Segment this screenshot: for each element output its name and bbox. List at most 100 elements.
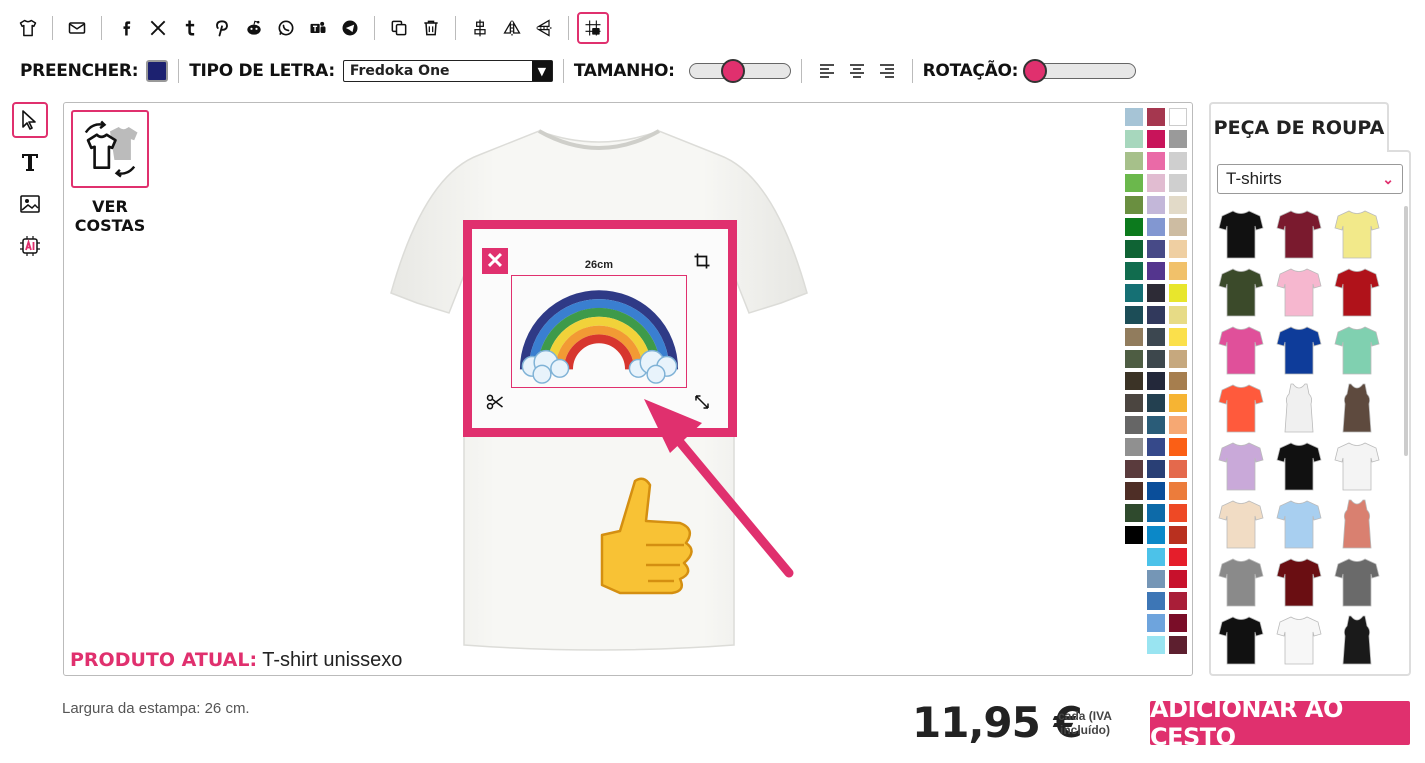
color-swatch[interactable] <box>1169 262 1187 280</box>
garment-raglan-white-black[interactable] <box>1333 440 1381 492</box>
rotation-slider[interactable] <box>1023 59 1137 83</box>
flip-vertical-icon[interactable] <box>528 12 560 44</box>
panel-scrollbar[interactable] <box>1404 206 1408 456</box>
email-icon[interactable] <box>61 12 93 44</box>
pinterest-icon[interactable] <box>206 12 238 44</box>
color-swatch[interactable] <box>1147 108 1165 126</box>
color-swatch[interactable] <box>1125 284 1143 302</box>
garment-tshirt-yellow[interactable] <box>1333 208 1381 260</box>
whatsapp-icon[interactable] <box>270 12 302 44</box>
color-swatch[interactable] <box>1125 108 1143 126</box>
color-swatch[interactable] <box>1147 636 1165 654</box>
color-swatch[interactable] <box>1169 504 1187 522</box>
color-swatch[interactable] <box>1169 108 1187 126</box>
garment-tshirt-grey[interactable] <box>1333 556 1381 608</box>
color-swatch[interactable] <box>1147 240 1165 258</box>
color-swatch[interactable] <box>1147 328 1165 346</box>
garment-tshirt-white[interactable] <box>1275 614 1323 666</box>
color-swatch[interactable] <box>1169 350 1187 368</box>
garment-tshirt-burgundy[interactable] <box>1275 208 1323 260</box>
color-swatch[interactable] <box>1147 614 1165 632</box>
garment-tank-salmon[interactable] <box>1333 498 1381 550</box>
telegram-icon[interactable] <box>334 12 366 44</box>
color-swatch[interactable] <box>1169 174 1187 192</box>
tshirt-icon[interactable] <box>12 12 44 44</box>
image-tool-button[interactable] <box>12 186 48 222</box>
size-slider[interactable] <box>688 59 791 83</box>
reddit-icon[interactable] <box>238 12 270 44</box>
color-swatch[interactable] <box>1169 526 1187 544</box>
color-swatch[interactable] <box>1169 152 1187 170</box>
align-center-button[interactable] <box>842 58 872 84</box>
color-swatch[interactable] <box>1169 482 1187 500</box>
ai-tool-button[interactable] <box>12 228 48 264</box>
garment-tshirt-cream[interactable] <box>1217 498 1265 550</box>
align-center-icon[interactable] <box>464 12 496 44</box>
rotation-slider-handle[interactable] <box>1023 59 1048 83</box>
color-swatch[interactable] <box>1169 394 1187 412</box>
color-swatch[interactable] <box>1125 240 1143 258</box>
color-swatch[interactable] <box>1147 152 1165 170</box>
color-swatch[interactable] <box>1147 394 1165 412</box>
garment-tank-brown[interactable] <box>1333 382 1381 434</box>
align-right-button[interactable] <box>872 58 902 84</box>
garment-tshirt-black-2[interactable] <box>1217 614 1265 666</box>
garment-tshirt-sky[interactable] <box>1275 498 1323 550</box>
text-tool-button[interactable] <box>12 144 48 180</box>
garment-tshirt-coral[interactable] <box>1217 382 1265 434</box>
color-swatch[interactable] <box>1169 614 1187 632</box>
color-swatch[interactable] <box>1147 284 1165 302</box>
color-swatch[interactable] <box>1125 196 1143 214</box>
design-canvas[interactable]: VER COSTAS 26cm ✕ PRODUTO ATUAL: T-shirt… <box>63 102 1193 676</box>
color-swatch[interactable] <box>1147 174 1165 192</box>
garment-tshirt-pink[interactable] <box>1275 266 1323 318</box>
color-swatch[interactable] <box>1125 372 1143 390</box>
color-swatch[interactable] <box>1147 592 1165 610</box>
flip-horizontal-icon[interactable] <box>496 12 528 44</box>
color-swatch[interactable] <box>1125 130 1143 148</box>
color-swatch[interactable] <box>1147 350 1165 368</box>
align-left-button[interactable] <box>812 58 842 84</box>
color-swatch[interactable] <box>1147 306 1165 324</box>
color-swatch[interactable] <box>1169 438 1187 456</box>
garment-tshirt-fuchsia[interactable] <box>1217 324 1265 376</box>
add-to-cart-button[interactable]: ADICIONAR AO CESTO <box>1150 695 1410 751</box>
garment-tshirt-tiedye[interactable] <box>1217 440 1265 492</box>
color-swatch[interactable] <box>1125 438 1143 456</box>
garment-tshirt-black-v[interactable] <box>1275 440 1323 492</box>
color-swatch[interactable] <box>1169 328 1187 346</box>
facebook-icon[interactable] <box>110 12 142 44</box>
garment-crop-grey[interactable] <box>1217 556 1265 608</box>
color-swatch[interactable] <box>1169 592 1187 610</box>
color-swatch[interactable] <box>1169 416 1187 434</box>
grid-lock-icon[interactable] <box>577 12 609 44</box>
garment-dress-black[interactable] <box>1333 614 1381 666</box>
color-swatch[interactable] <box>1169 130 1187 148</box>
color-swatch[interactable] <box>1125 152 1143 170</box>
color-swatch[interactable] <box>1125 350 1143 368</box>
garment-category-select[interactable]: T-shirts ⌄ <box>1217 164 1403 194</box>
color-swatch[interactable] <box>1169 284 1187 302</box>
color-swatch[interactable] <box>1125 526 1143 544</box>
color-swatch[interactable] <box>1125 174 1143 192</box>
view-back-button[interactable] <box>71 110 149 188</box>
fill-color-swatch[interactable] <box>146 60 169 82</box>
color-swatch[interactable] <box>1125 460 1143 478</box>
color-swatch[interactable] <box>1147 372 1165 390</box>
color-swatch[interactable] <box>1169 240 1187 258</box>
color-swatch[interactable] <box>1169 570 1187 588</box>
selected-design[interactable] <box>511 275 687 388</box>
size-slider-handle[interactable] <box>721 59 746 83</box>
color-swatch[interactable] <box>1125 416 1143 434</box>
duplicate-icon[interactable] <box>383 12 415 44</box>
color-swatch[interactable] <box>1169 306 1187 324</box>
color-swatch[interactable] <box>1147 416 1165 434</box>
tumblr-icon[interactable] <box>174 12 206 44</box>
color-swatch[interactable] <box>1147 482 1165 500</box>
garment-tshirt-black[interactable] <box>1217 208 1265 260</box>
cut-button[interactable] <box>482 389 508 415</box>
color-swatch[interactable] <box>1147 262 1165 280</box>
x-twitter-icon[interactable] <box>142 12 174 44</box>
color-swatch[interactable] <box>1169 460 1187 478</box>
garment-tshirt-red[interactable] <box>1333 266 1381 318</box>
